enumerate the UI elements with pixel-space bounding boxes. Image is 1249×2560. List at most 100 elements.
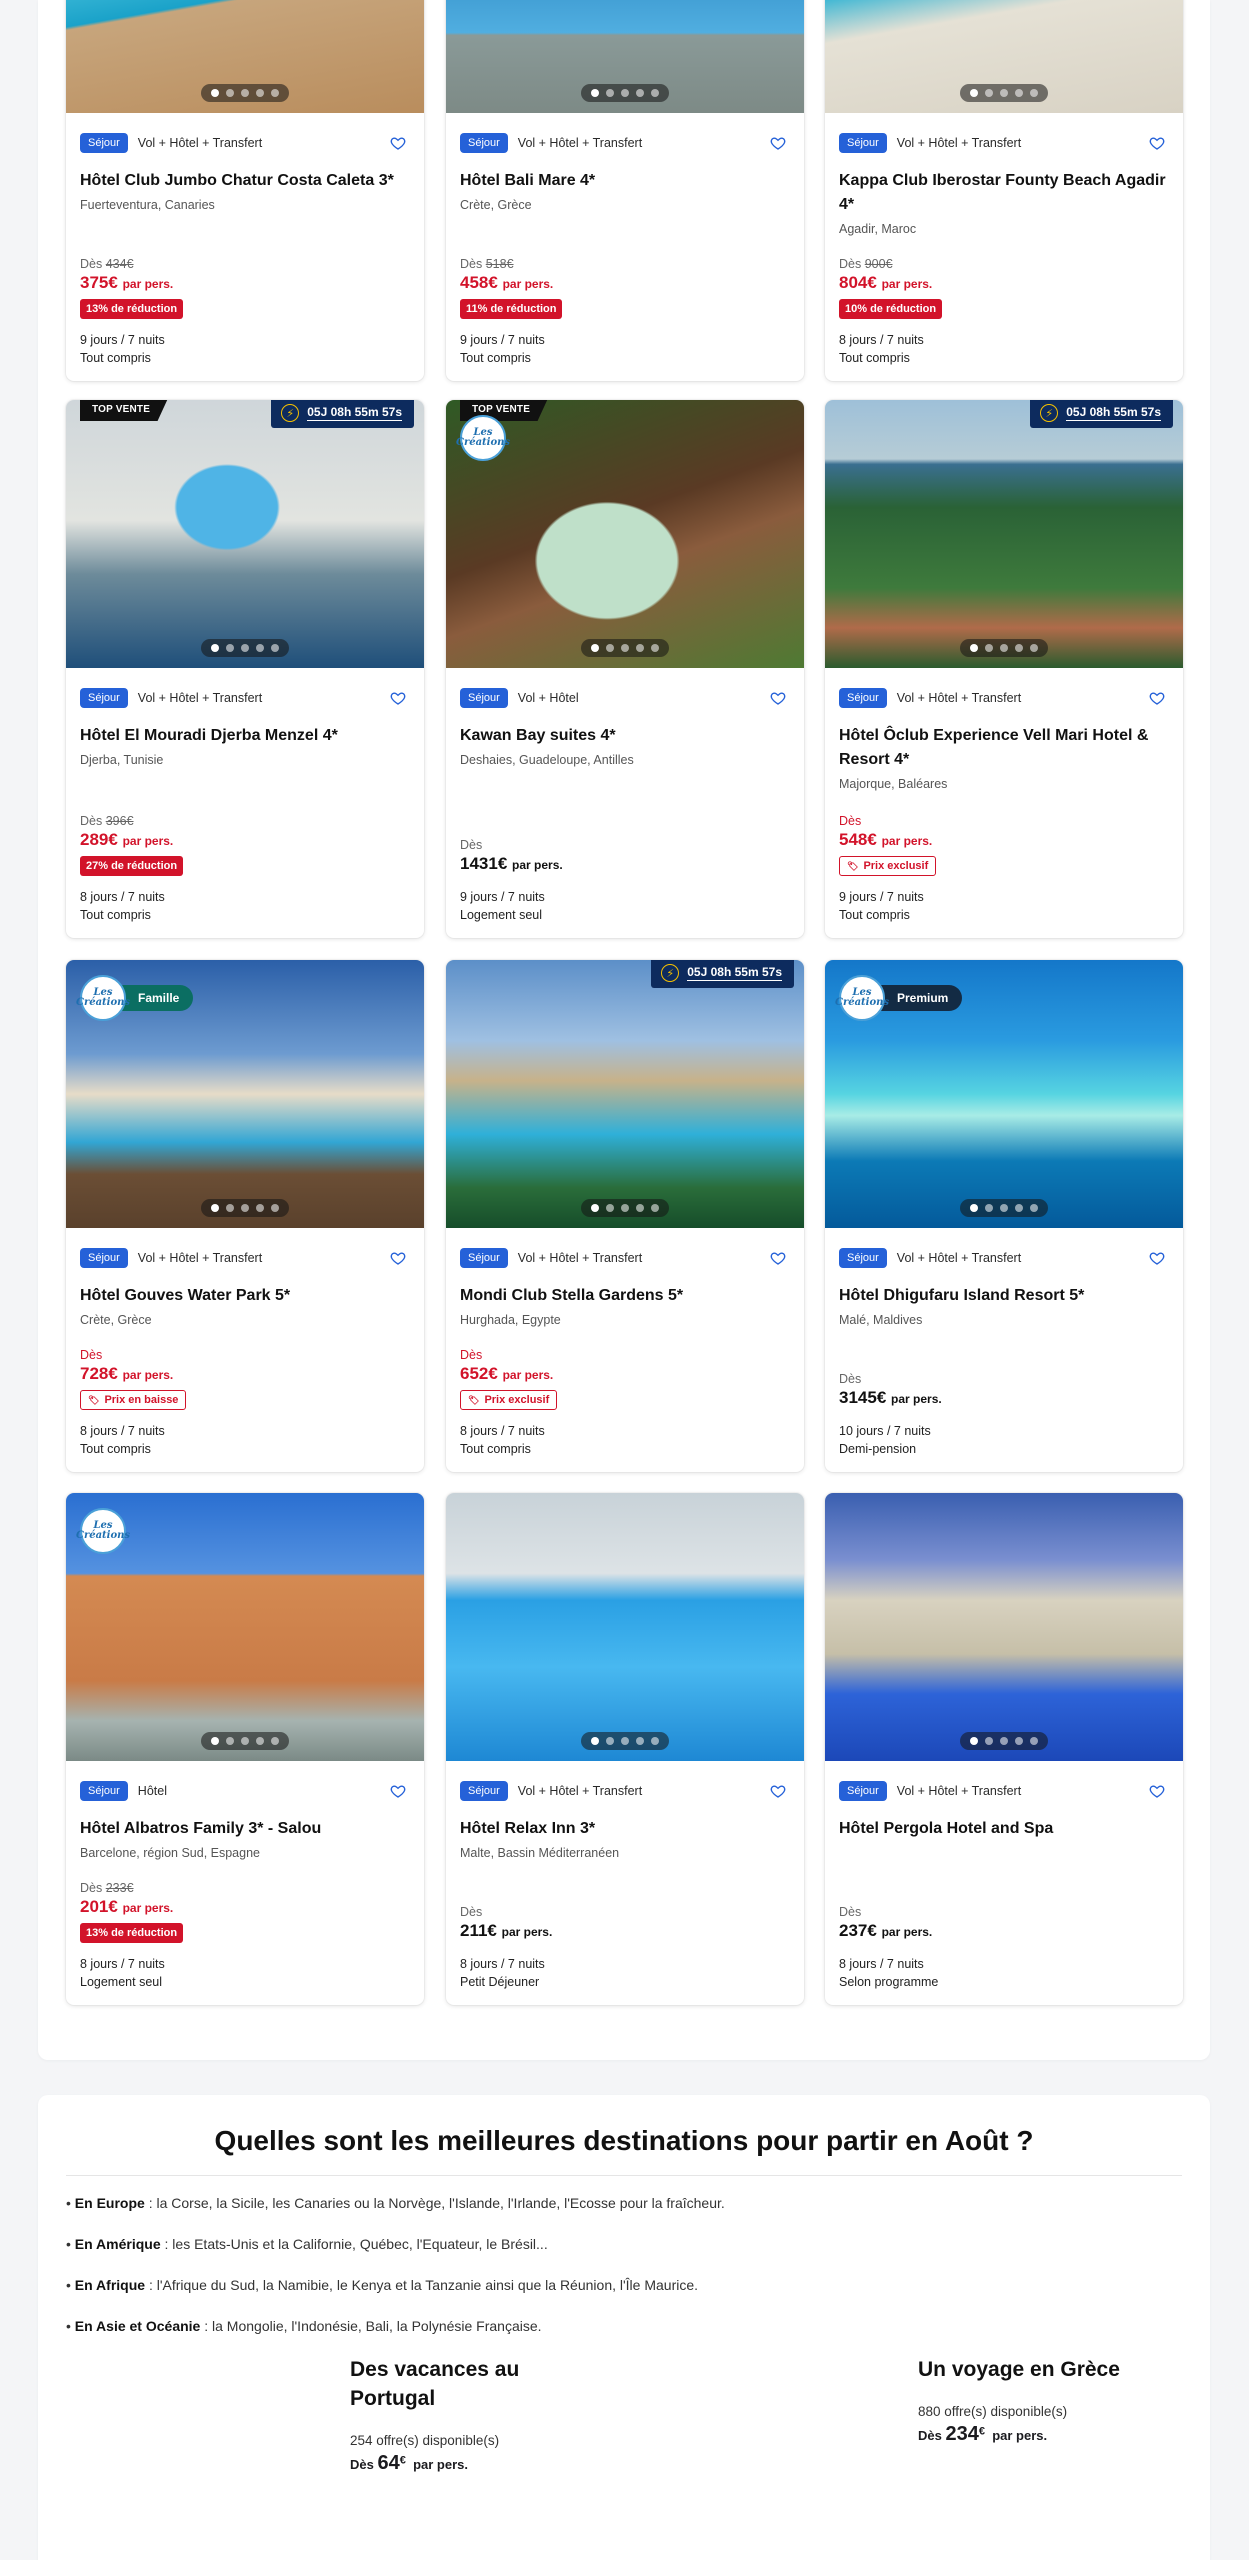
hotel-name[interactable]: Hôtel Dhigufaru Island Resort 5* bbox=[839, 1284, 1169, 1308]
hotel-photo[interactable]: ⚡ 05J 08h 55m 57s bbox=[446, 960, 804, 1228]
favorite-heart-icon[interactable] bbox=[770, 135, 786, 151]
offer-card[interactable]: TOP VENTE ⚡ 05J 08h 55m 57s Séjour Vol + Hôt… bbox=[66, 400, 424, 938]
carousel-dot[interactable] bbox=[226, 89, 234, 97]
carousel-dot[interactable] bbox=[241, 1737, 249, 1745]
carousel-dots[interactable] bbox=[581, 84, 669, 102]
carousel-dot[interactable] bbox=[271, 1737, 279, 1745]
carousel-dot[interactable] bbox=[256, 644, 264, 652]
hotel-name[interactable]: Hôtel Albatros Family 3* - Salou bbox=[80, 1817, 410, 1841]
carousel-dot[interactable] bbox=[1000, 89, 1008, 97]
carousel-dot[interactable] bbox=[1015, 644, 1023, 652]
hotel-photo[interactable]: Les Créations bbox=[66, 1493, 424, 1761]
hotel-name[interactable]: Hôtel Pergola Hotel and Spa bbox=[839, 1817, 1169, 1841]
carousel-dot[interactable] bbox=[256, 1204, 264, 1212]
carousel-dot[interactable] bbox=[651, 89, 659, 97]
favorite-heart-icon[interactable] bbox=[390, 1783, 406, 1799]
carousel-dot[interactable] bbox=[606, 89, 614, 97]
hotel-name[interactable]: Kawan Bay suites 4* bbox=[460, 724, 790, 748]
hotel-name[interactable]: Mondi Club Stella Gardens 5* bbox=[460, 1284, 790, 1308]
carousel-dots[interactable] bbox=[960, 1199, 1048, 1217]
carousel-dot[interactable] bbox=[606, 1737, 614, 1745]
carousel-dot[interactable] bbox=[271, 644, 279, 652]
carousel-dot[interactable] bbox=[226, 1737, 234, 1745]
carousel-dots[interactable] bbox=[581, 1199, 669, 1217]
favorite-heart-icon[interactable] bbox=[1149, 1250, 1165, 1266]
hotel-photo[interactable] bbox=[825, 0, 1183, 113]
carousel-dot[interactable] bbox=[1015, 1204, 1023, 1212]
offer-card[interactable]: Séjour Vol + Hôtel + Transfert Hôtel Bali … bbox=[446, 0, 804, 381]
carousel-dots[interactable] bbox=[201, 1732, 289, 1750]
hotel-name[interactable]: Kappa Club Iberostar Founty Beach Agadir… bbox=[839, 169, 1169, 217]
carousel-dot[interactable] bbox=[970, 89, 978, 97]
carousel-dot[interactable] bbox=[985, 1737, 993, 1745]
carousel-dot[interactable] bbox=[1030, 1737, 1038, 1745]
carousel-dot[interactable] bbox=[970, 644, 978, 652]
carousel-dot[interactable] bbox=[591, 89, 599, 97]
carousel-dot[interactable] bbox=[1000, 1737, 1008, 1745]
hotel-photo[interactable]: ⚡ 05J 08h 55m 57s bbox=[825, 400, 1183, 668]
favorite-heart-icon[interactable] bbox=[1149, 690, 1165, 706]
offer-card[interactable]: ⚡ 05J 08h 55m 57s Séjour Vol + Hôtel + Tran… bbox=[446, 960, 804, 1472]
offer-card[interactable]: Séjour Vol + Hôtel + Transfert Hôtel Pergo… bbox=[825, 1493, 1183, 2005]
carousel-dot[interactable] bbox=[636, 1737, 644, 1745]
carousel-dots[interactable] bbox=[960, 84, 1048, 102]
favorite-heart-icon[interactable] bbox=[1149, 1783, 1165, 1799]
carousel-dot[interactable] bbox=[970, 1204, 978, 1212]
hotel-name[interactable]: Hôtel Club Jumbo Chatur Costa Caleta 3* bbox=[80, 169, 410, 193]
hotel-name[interactable]: Hôtel Gouves Water Park 5* bbox=[80, 1284, 410, 1308]
carousel-dot[interactable] bbox=[211, 1204, 219, 1212]
carousel-dot[interactable] bbox=[256, 1737, 264, 1745]
hotel-photo[interactable] bbox=[825, 1493, 1183, 1761]
carousel-dot[interactable] bbox=[651, 1737, 659, 1745]
carousel-dot[interactable] bbox=[1000, 1204, 1008, 1212]
carousel-dot[interactable] bbox=[591, 1204, 599, 1212]
carousel-dot[interactable] bbox=[636, 89, 644, 97]
hotel-name[interactable]: Hôtel Ôclub Experience Vell Mari Hotel &… bbox=[839, 724, 1169, 772]
promo-grece[interactable]: Un voyage en Grèce 880 offre(s) disponib… bbox=[918, 2355, 1178, 2446]
carousel-dot[interactable] bbox=[226, 1204, 234, 1212]
carousel-dot[interactable] bbox=[1015, 89, 1023, 97]
carousel-dot[interactable] bbox=[226, 644, 234, 652]
offer-card[interactable]: Famille Les Créations Séjour Vol + Hôtel + … bbox=[66, 960, 424, 1472]
carousel-dot[interactable] bbox=[985, 1204, 993, 1212]
carousel-dot[interactable] bbox=[591, 1737, 599, 1745]
carousel-dot[interactable] bbox=[621, 644, 629, 652]
hotel-photo[interactable]: TOP VENTE ⚡ 05J 08h 55m 57s bbox=[66, 400, 424, 668]
favorite-heart-icon[interactable] bbox=[390, 690, 406, 706]
favorite-heart-icon[interactable] bbox=[390, 1250, 406, 1266]
carousel-dot[interactable] bbox=[621, 1204, 629, 1212]
hotel-photo[interactable] bbox=[66, 0, 424, 113]
hotel-photo[interactable]: Famille Les Créations bbox=[66, 960, 424, 1228]
carousel-dot[interactable] bbox=[970, 1737, 978, 1745]
carousel-dot[interactable] bbox=[241, 1204, 249, 1212]
carousel-dot[interactable] bbox=[1000, 644, 1008, 652]
favorite-heart-icon[interactable] bbox=[770, 1250, 786, 1266]
favorite-heart-icon[interactable] bbox=[770, 1783, 786, 1799]
carousel-dot[interactable] bbox=[241, 89, 249, 97]
carousel-dot[interactable] bbox=[1015, 1737, 1023, 1745]
offer-card[interactable]: Séjour Vol + Hôtel + Transfert Kappa Club … bbox=[825, 0, 1183, 381]
carousel-dot[interactable] bbox=[211, 1737, 219, 1745]
offer-card[interactable]: Séjour Vol + Hôtel + Transfert Hôtel Club … bbox=[66, 0, 424, 381]
hotel-name[interactable]: Hôtel Relax Inn 3* bbox=[460, 1817, 790, 1841]
offer-card[interactable]: TOP VENTE Les Créations Séjour Vol + Hôtel K… bbox=[446, 400, 804, 938]
hotel-name[interactable]: Hôtel El Mouradi Djerba Menzel 4* bbox=[80, 724, 410, 748]
carousel-dot[interactable] bbox=[211, 89, 219, 97]
carousel-dot[interactable] bbox=[1030, 1204, 1038, 1212]
hotel-photo[interactable] bbox=[446, 0, 804, 113]
carousel-dot[interactable] bbox=[1030, 644, 1038, 652]
hotel-photo[interactable] bbox=[446, 1493, 804, 1761]
carousel-dot[interactable] bbox=[651, 1204, 659, 1212]
carousel-dots[interactable] bbox=[960, 1732, 1048, 1750]
carousel-dot[interactable] bbox=[985, 89, 993, 97]
hotel-name[interactable]: Hôtel Bali Mare 4* bbox=[460, 169, 790, 193]
carousel-dots[interactable] bbox=[201, 639, 289, 657]
hotel-photo[interactable]: TOP VENTE Les Créations bbox=[446, 400, 804, 668]
carousel-dot[interactable] bbox=[1030, 89, 1038, 97]
carousel-dots[interactable] bbox=[581, 1732, 669, 1750]
carousel-dot[interactable] bbox=[636, 1204, 644, 1212]
carousel-dot[interactable] bbox=[651, 644, 659, 652]
carousel-dot[interactable] bbox=[591, 644, 599, 652]
carousel-dot[interactable] bbox=[241, 644, 249, 652]
carousel-dot[interactable] bbox=[606, 1204, 614, 1212]
